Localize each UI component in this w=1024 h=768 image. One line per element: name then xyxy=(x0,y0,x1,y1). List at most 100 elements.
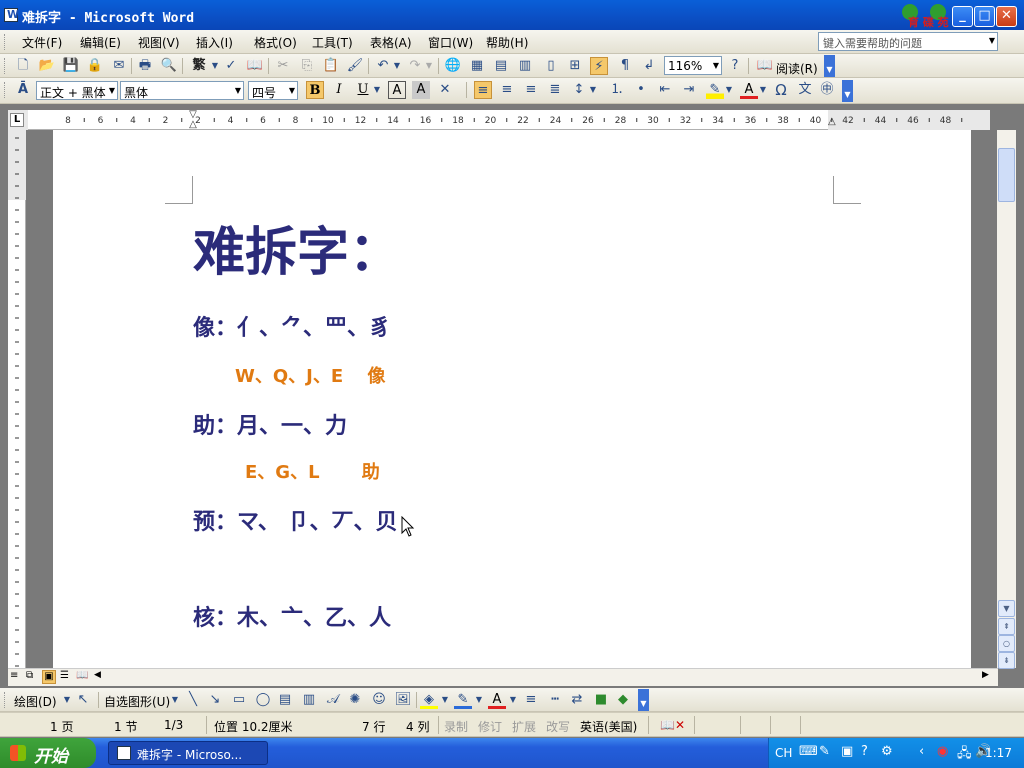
normal-view-icon[interactable]: ≡ xyxy=(10,670,18,681)
dash-style-icon[interactable]: ┅ xyxy=(546,691,564,709)
arrow-style-icon[interactable]: ⇄ xyxy=(568,691,586,709)
vertical-text-box-icon[interactable]: ▥ xyxy=(300,691,318,709)
word-app-icon[interactable] xyxy=(4,8,19,22)
phonetic-guide-icon[interactable]: 文 xyxy=(796,81,814,99)
traditional-chinese-button[interactable]: 繁 xyxy=(188,57,210,75)
bullets-icon[interactable]: • xyxy=(632,81,650,99)
rectangle-icon[interactable]: ▭ xyxy=(230,691,248,709)
email-icon[interactable]: ✉ xyxy=(110,57,128,75)
paragraph-icon[interactable]: ↲ xyxy=(640,57,658,75)
save-icon[interactable]: 💾 xyxy=(62,57,80,75)
chevron-down-icon[interactable]: ▼ xyxy=(508,691,518,709)
reading-layout-icon[interactable]: 📖 xyxy=(76,670,88,681)
next-page-icon[interactable]: ⇟ xyxy=(998,652,1015,669)
minimize-button[interactable]: _ xyxy=(952,6,973,27)
read-icon[interactable]: 📖 xyxy=(756,57,774,75)
styles-icon[interactable]: Ā xyxy=(14,81,32,99)
chevron-down-icon[interactable]: ▼ xyxy=(170,691,180,709)
align-left-icon[interactable]: ≡ xyxy=(474,81,492,99)
line-zhu-code[interactable]: E、G、L 助 xyxy=(245,458,380,484)
align-right-icon[interactable]: ≡ xyxy=(522,81,540,99)
toolbar-options-icon[interactable]: ▼ xyxy=(638,689,649,711)
font-select[interactable]: 黑体 ▼ xyxy=(120,81,244,100)
taskbar-word-button[interactable]: 难拆字 - Microso... xyxy=(108,741,268,765)
document-area[interactable]: 难拆字： 像：亻、⺈、罒、豸 W、Q、J、E 像 助：月、一、力 E、G、L 助… xyxy=(27,130,997,668)
line-style-icon[interactable]: ≡ xyxy=(522,691,540,709)
document-heading[interactable]: 难拆字： xyxy=(193,210,401,285)
chevron-down-icon[interactable]: ▼ xyxy=(372,81,382,99)
italic-button[interactable]: I xyxy=(330,81,348,99)
align-center-icon[interactable]: ≡ xyxy=(498,81,516,99)
new-document-icon[interactable]: 🗋 xyxy=(14,57,32,75)
autoshapes-menu-button[interactable]: 自选图形(U) xyxy=(104,693,170,710)
character-scaling-icon[interactable]: ✕ xyxy=(436,81,454,99)
horizontal-ruler[interactable]: 8 6 4 2 2 4 6 8 10 12 14 16 18 20 22 24 26 28 30 32 34 36 38 40… xyxy=(8,110,990,130)
numbering-icon[interactable]: ⒈ xyxy=(608,81,626,99)
menu-view[interactable]: 视图(V) xyxy=(138,34,180,51)
toolbar-grip[interactable] xyxy=(4,82,7,98)
chevron-down-icon[interactable]: ▼ xyxy=(440,691,450,709)
outline-view-icon[interactable]: ☰ xyxy=(60,670,69,681)
menu-edit[interactable]: 编辑(E) xyxy=(80,34,121,51)
chevron-down-icon[interactable]: ▼ xyxy=(210,57,220,75)
menu-format[interactable]: 格式(O) xyxy=(254,34,297,51)
indent-marker-icon[interactable]: ▽ △ xyxy=(188,110,198,130)
menu-insert[interactable]: 插入(I) xyxy=(196,34,233,51)
collapse-tray-icon[interactable]: ‹ xyxy=(919,744,924,759)
character-shading-button[interactable]: A xyxy=(412,81,430,99)
zoom-select[interactable]: 116% ▼ xyxy=(664,56,722,75)
status-record[interactable]: 录制 xyxy=(444,718,468,735)
drawing-icon[interactable]: ⊞ xyxy=(566,57,584,75)
pen-icon[interactable]: ✎ xyxy=(819,744,830,759)
read-button-label[interactable]: 阅读(R) xyxy=(776,60,818,77)
chevron-down-icon[interactable]: ▼ xyxy=(62,691,72,709)
copy-icon[interactable]: ⎘ xyxy=(298,57,316,75)
chevron-down-icon[interactable]: ▼ xyxy=(289,86,295,95)
horizontal-scrollbar[interactable]: ≡ ⧉ ▣ ☰ 📖 ◀ ▶ xyxy=(8,668,998,686)
research-icon[interactable]: 📖 xyxy=(246,57,264,75)
help-icon[interactable]: ? xyxy=(861,744,868,759)
print-icon[interactable]: 🖶 xyxy=(136,57,154,75)
draw-menu-button[interactable]: 绘图(D) xyxy=(14,693,57,710)
input-method-indicator[interactable]: CH xyxy=(775,746,792,760)
line-yu[interactable]: 预：マ、 卩、丆、贝 xyxy=(193,504,398,536)
media-icon[interactable]: ◉ xyxy=(937,744,948,759)
menu-window[interactable]: 窗口(W) xyxy=(428,34,473,51)
options-icon[interactable]: ⚙ xyxy=(881,744,893,759)
vertical-scrollbar[interactable]: ▼ ⇞ ○ ⇟ xyxy=(997,130,1016,669)
previous-page-icon[interactable]: ⇞ xyxy=(998,618,1015,635)
insert-picture-icon[interactable]: 🖼 xyxy=(394,691,412,709)
undo-icon[interactable]: ↶ xyxy=(374,57,392,75)
help-icon[interactable]: ? xyxy=(726,57,744,75)
tables-borders-icon[interactable]: ▦ xyxy=(468,57,486,75)
shadow-style-icon[interactable]: ■ xyxy=(592,691,610,709)
status-overtype[interactable]: 改写 xyxy=(546,718,570,735)
chevron-down-icon[interactable]: ▼ xyxy=(713,61,719,70)
font-size-select[interactable]: 四号 ▼ xyxy=(248,81,298,100)
chevron-down-icon[interactable]: ▼ xyxy=(392,57,402,75)
select-objects-icon[interactable]: ↖ xyxy=(74,691,92,709)
toolbar-options-icon[interactable]: ▼ xyxy=(842,80,853,102)
line-icon[interactable]: ╲ xyxy=(184,691,202,709)
chevron-down-icon[interactable]: ▼ xyxy=(758,81,768,99)
menu-file[interactable]: 文件(F) xyxy=(22,34,62,51)
chevron-down-icon[interactable]: ▼ xyxy=(989,36,995,45)
cut-icon[interactable]: ✂ xyxy=(274,57,292,75)
line-xiang-code[interactable]: W、Q、J、E 像 xyxy=(235,362,385,388)
redo-icon[interactable]: ↷ xyxy=(406,57,424,75)
status-extend[interactable]: 扩展 xyxy=(512,718,536,735)
ime-pad-icon[interactable]: ▣ xyxy=(841,744,853,759)
scroll-right-icon[interactable]: ▶ xyxy=(982,670,989,680)
3d-style-icon[interactable]: ◆ xyxy=(614,691,632,709)
diagram-icon[interactable]: ✺ xyxy=(346,691,364,709)
chevron-down-icon[interactable]: ▼ xyxy=(724,81,734,99)
spelling-status-icon[interactable]: 📖✕ xyxy=(660,718,685,732)
decrease-indent-icon[interactable]: ⇤ xyxy=(656,81,674,99)
chevron-down-icon[interactable]: ▼ xyxy=(109,86,115,95)
increase-indent-icon[interactable]: ⇥ xyxy=(680,81,698,99)
open-folder-icon[interactable]: 📂 xyxy=(38,57,56,75)
paste-icon[interactable]: 📋 xyxy=(322,57,340,75)
insert-table-icon[interactable]: ▤ xyxy=(492,57,510,75)
clock[interactable]: 1:17 xyxy=(985,746,1012,760)
line-zhu[interactable]: 助：月、一、力 xyxy=(193,408,347,440)
